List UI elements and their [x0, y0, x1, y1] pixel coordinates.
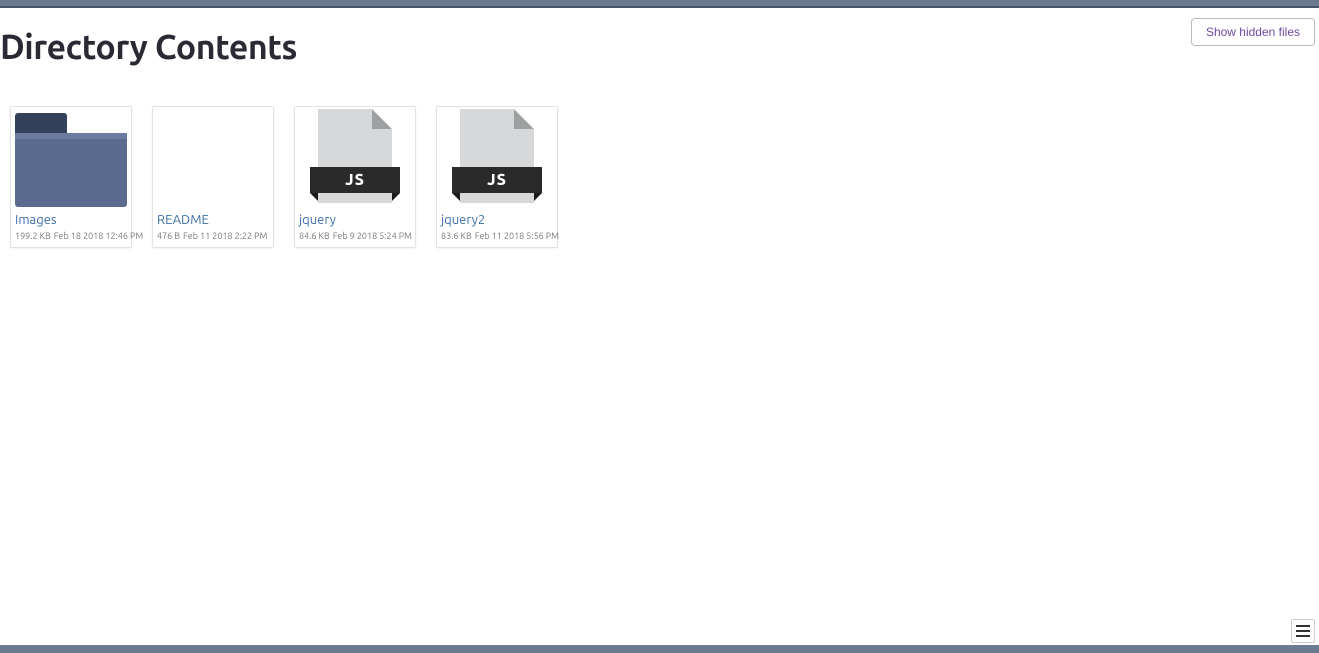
- file-meta: 83.6 KB Feb 11 2018 5:56 PM: [437, 229, 557, 247]
- file-name: Images: [11, 209, 131, 229]
- header: Show hidden files Directory Contents: [0, 8, 1319, 76]
- file-meta: 476 B Feb 11 2018 2:22 PM: [153, 229, 273, 247]
- file-name: README: [153, 209, 273, 229]
- file-size: 83.6 KB: [441, 231, 472, 241]
- bottom-bar: [0, 645, 1319, 653]
- file-size: 476 B: [157, 231, 180, 241]
- files-container: Images 199.2 KB Feb 18 2018 12:46 PM REA…: [0, 76, 1319, 248]
- file-date: Feb 11 2018 2:22 PM: [183, 231, 267, 241]
- file-date: Feb 11 2018 5:56 PM: [475, 231, 559, 241]
- file-name: jquery2: [437, 209, 557, 229]
- top-bar: [0, 0, 1319, 8]
- hamburger-menu-icon[interactable]: [1291, 619, 1315, 643]
- js-file-icon: JS: [437, 107, 557, 209]
- file-size: 199.2 KB: [15, 231, 51, 241]
- file-item-folder[interactable]: Images 199.2 KB Feb 18 2018 12:46 PM: [10, 106, 132, 248]
- file-meta: 84.6 KB Feb 9 2018 5:24 PM: [295, 229, 415, 247]
- file-item-js[interactable]: JS jquery 84.6 KB Feb 9 2018 5:24 PM: [294, 106, 416, 248]
- page-title: Directory Contents: [0, 8, 1319, 76]
- folder-icon: [11, 107, 131, 209]
- file-date: Feb 9 2018 5:24 PM: [333, 231, 412, 241]
- file-item-js[interactable]: JS jquery2 83.6 KB Feb 11 2018 5:56 PM: [436, 106, 558, 248]
- file-date: Feb 18 2018 12:46 PM: [54, 231, 143, 241]
- js-file-icon: JS: [295, 107, 415, 209]
- file-size: 84.6 KB: [299, 231, 330, 241]
- file-name: jquery: [295, 209, 415, 229]
- file-meta: 199.2 KB Feb 18 2018 12:46 PM: [11, 229, 131, 247]
- file-icon: [153, 107, 273, 209]
- show-hidden-files-button[interactable]: Show hidden files: [1191, 18, 1315, 46]
- file-item[interactable]: README 476 B Feb 11 2018 2:22 PM: [152, 106, 274, 248]
